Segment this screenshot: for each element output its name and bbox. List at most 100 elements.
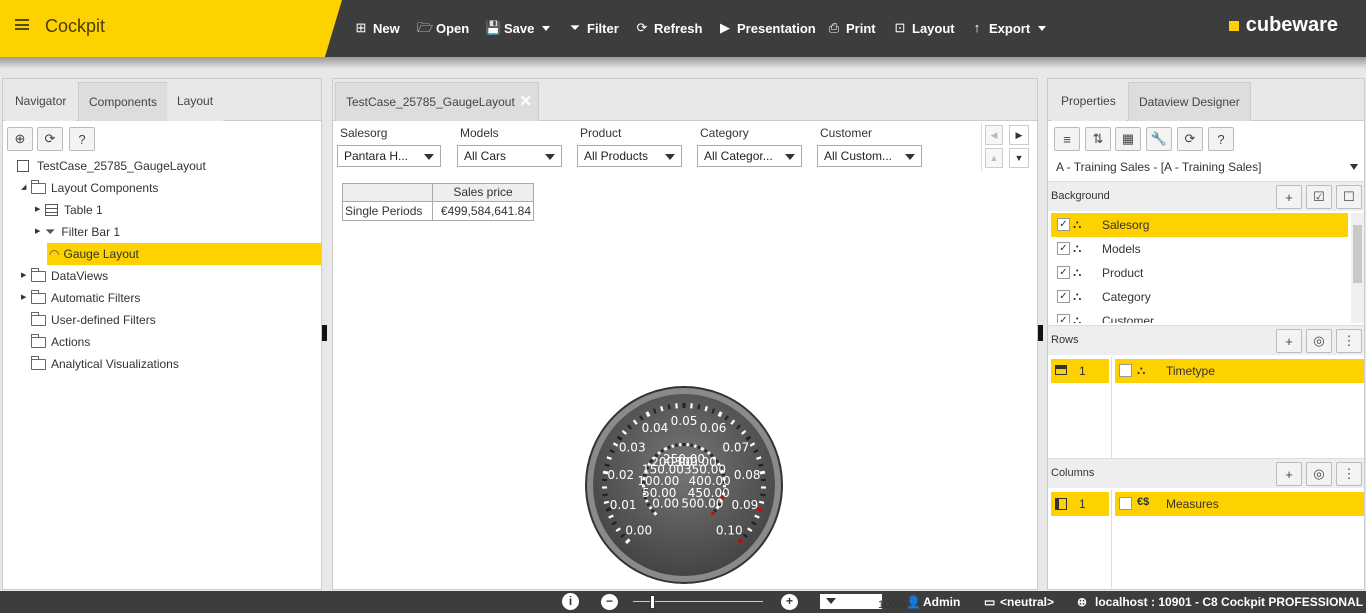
top-toolbar: Cockpit ⊞ New 🗁 Open 💾 Save ⏷ Filter ⟳ Refres… bbox=[0, 0, 1366, 57]
tree-gauge-layout[interactable]: ◠ Gauge Layout bbox=[47, 243, 321, 265]
export-button[interactable]: ↑ Export bbox=[970, 19, 1047, 37]
save-label: Save bbox=[504, 20, 535, 36]
add-icon[interactable]: + bbox=[1276, 462, 1302, 486]
help-icon[interactable]: ? bbox=[1208, 127, 1234, 151]
columns-item[interactable]: €$ Measures bbox=[1115, 492, 1364, 516]
new-item-icon[interactable]: ⊕ bbox=[7, 127, 33, 151]
eye-off-icon[interactable]: ◎ bbox=[1306, 329, 1332, 353]
tree-dataviews[interactable]: ▶ DataViews bbox=[21, 265, 108, 287]
select-value: All Categor... bbox=[704, 149, 773, 163]
checkbox[interactable]: ✓ bbox=[1057, 242, 1070, 255]
tree-user-filters[interactable]: User-defined Filters bbox=[21, 309, 156, 331]
background-item[interactable]: ✓ ⛬ Salesorg bbox=[1051, 213, 1348, 237]
checkbox[interactable]: ✓ bbox=[1057, 314, 1070, 323]
eye-off-icon[interactable]: ◎ bbox=[1306, 462, 1332, 486]
gauge-outer-label: 0.10 bbox=[716, 523, 743, 537]
checkbox[interactable]: ✓ bbox=[1057, 218, 1070, 231]
add-icon[interactable]: + bbox=[1276, 329, 1302, 353]
filter-button[interactable]: ⏷ Filter bbox=[568, 19, 619, 37]
sort-icon[interactable]: ≡ bbox=[1054, 127, 1080, 151]
tree-actions[interactable]: Actions bbox=[21, 331, 90, 353]
gauge-outer-tick bbox=[758, 463, 764, 467]
refresh-icon[interactable]: ⟳ bbox=[1177, 127, 1203, 151]
chevron-down-icon[interactable] bbox=[1350, 164, 1358, 170]
filter-label-customer: Customer bbox=[820, 126, 873, 140]
tab-dataview-designer[interactable]: Dataview Designer bbox=[1128, 82, 1251, 121]
tab-properties[interactable]: Properties bbox=[1051, 82, 1126, 121]
right-splitter-handle[interactable] bbox=[1038, 325, 1043, 341]
new-button[interactable]: ⊞ New bbox=[354, 19, 400, 37]
tab-components[interactable]: Components bbox=[78, 82, 169, 121]
checkbox[interactable] bbox=[1119, 497, 1132, 510]
tab-layout[interactable]: Layout bbox=[167, 82, 224, 121]
print-button[interactable]: ⎙ Print bbox=[827, 19, 876, 37]
left-splitter-handle[interactable] bbox=[322, 325, 327, 341]
gauge-outer-label: 0.01 bbox=[610, 498, 637, 512]
checkbox[interactable]: ✓ bbox=[1057, 290, 1070, 303]
tree-layout-components[interactable]: ◢ Layout Components bbox=[21, 177, 158, 199]
tree-root[interactable]: TestCase_25785_GaugeLayout bbox=[17, 155, 206, 177]
save-button[interactable]: 💾 Save bbox=[485, 19, 551, 37]
divider bbox=[981, 123, 982, 171]
filter-select-salesorg[interactable]: Pantara H... bbox=[337, 145, 441, 167]
select-value: All Products bbox=[584, 149, 649, 163]
add-icon[interactable]: + bbox=[1276, 185, 1302, 209]
report-icon bbox=[17, 160, 29, 172]
tree-table1[interactable]: ▶ Table 1 bbox=[35, 199, 103, 221]
filter-select-product[interactable]: All Products bbox=[577, 145, 682, 167]
dataview-select[interactable]: A - Training Sales - [A - Training Sales… bbox=[1056, 160, 1261, 174]
rows-item[interactable]: ⛬ Timetype bbox=[1115, 359, 1364, 383]
tree-analytical-visualizations[interactable]: Analytical Visualizations bbox=[21, 353, 179, 375]
open-button[interactable]: 🗁 Open bbox=[417, 19, 469, 37]
filter-select-models[interactable]: All Cars bbox=[457, 145, 562, 167]
more-icon[interactable]: ⋮ bbox=[1336, 329, 1362, 353]
tree-filterbar1[interactable]: ▶ ⏷ Filter Bar 1 bbox=[35, 221, 120, 243]
tab-doc[interactable]: TestCase_25785_GaugeLayout ✕ bbox=[335, 82, 539, 121]
swap-icon[interactable]: ⇅ bbox=[1085, 127, 1111, 151]
zoom-slider-handle[interactable] bbox=[650, 595, 655, 609]
filter-select-customer[interactable]: All Custom... bbox=[817, 145, 922, 167]
background-item[interactable]: ✓ ⛬ Models bbox=[1051, 237, 1348, 261]
uncheck-all-icon[interactable]: ☐ bbox=[1336, 185, 1362, 209]
refresh-button[interactable]: ⟳ Refresh bbox=[635, 19, 703, 37]
chevron-down-icon bbox=[1038, 25, 1047, 31]
logo-text: cubeware bbox=[1245, 14, 1338, 36]
background-item[interactable]: ✓ ⛬ Customer bbox=[1051, 309, 1348, 323]
background-item[interactable]: ✓ ⛬ Product bbox=[1051, 261, 1348, 285]
info-icon[interactable]: i bbox=[562, 593, 579, 610]
help-icon[interactable]: ? bbox=[69, 127, 95, 151]
menu-icon[interactable] bbox=[15, 19, 29, 30]
chevron-down-icon bbox=[785, 154, 795, 160]
refresh-icon: ⟳ bbox=[636, 20, 648, 35]
columns-icon bbox=[1055, 498, 1067, 510]
refresh-icon[interactable]: ⟳ bbox=[37, 127, 63, 151]
check-all-icon[interactable]: ☑ bbox=[1306, 185, 1332, 209]
presentation-button[interactable]: ▶ Presentation bbox=[718, 19, 816, 37]
table-cell-value: €499,584,641.84 bbox=[440, 204, 531, 218]
more-icon[interactable]: ⋮ bbox=[1336, 462, 1362, 486]
filter-select-category[interactable]: All Categor... bbox=[697, 145, 802, 167]
layout-button[interactable]: ⊡ Layout bbox=[893, 19, 955, 37]
tab-navigator[interactable]: Navigator bbox=[5, 82, 77, 121]
checkbox[interactable]: ✓ bbox=[1057, 266, 1070, 279]
scroll-down-button[interactable]: ▼ bbox=[1009, 148, 1029, 168]
table-settings-icon[interactable]: ▦ bbox=[1115, 127, 1141, 151]
zoom-in-icon[interactable]: + bbox=[781, 594, 798, 610]
rows-index-cell[interactable]: 1 bbox=[1051, 359, 1109, 383]
scroll-up-button[interactable]: ▲ bbox=[985, 148, 1003, 168]
filter-label-models: Models bbox=[460, 126, 499, 140]
close-icon[interactable]: ✕ bbox=[519, 83, 532, 121]
columns-index-cell[interactable]: 1 bbox=[1051, 492, 1109, 516]
open-label: Open bbox=[436, 20, 470, 36]
zoom-select[interactable]: 100% bbox=[820, 594, 906, 611]
background-item[interactable]: ✓ ⛬ Category bbox=[1051, 285, 1348, 309]
columns-item-label: Measures bbox=[1166, 497, 1219, 511]
scroll-right-button[interactable]: ▶ bbox=[1009, 125, 1029, 145]
tree-automatic-filters[interactable]: ▶ Automatic Filters bbox=[21, 287, 140, 309]
checkbox[interactable] bbox=[1119, 364, 1132, 377]
wrench-icon[interactable]: 🔧 bbox=[1146, 127, 1172, 151]
gauge-inner-label: 50.00 bbox=[642, 486, 676, 500]
scrollbar[interactable] bbox=[1351, 213, 1364, 323]
zoom-out-icon[interactable]: − bbox=[601, 594, 618, 610]
scroll-left-button[interactable]: ◀ bbox=[985, 125, 1003, 145]
